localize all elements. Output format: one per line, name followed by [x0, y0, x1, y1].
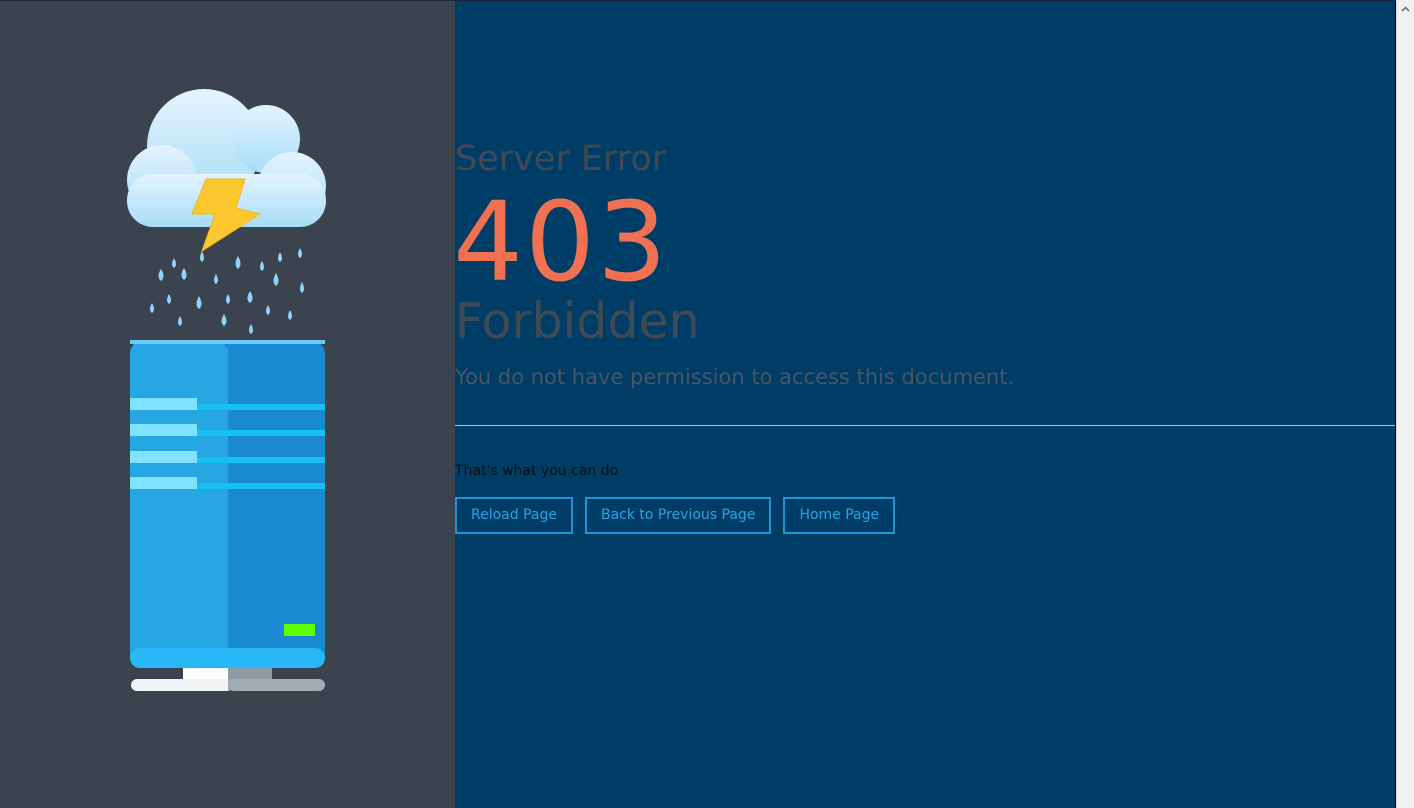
error-page: Server Error 403 Forbidden You do not ha… [0, 0, 1414, 808]
server-icon [130, 340, 325, 691]
vertical-scrollbar[interactable] [1396, 0, 1414, 808]
reload-page-button[interactable]: Reload Page [455, 497, 573, 534]
scroll-up-button[interactable] [1397, 0, 1414, 17]
error-heading: Server Error [455, 139, 667, 179]
content-panel [455, 1, 1395, 808]
error-message: You do not have permission to access thi… [455, 365, 1015, 389]
action-buttons: Reload Page Back to Previous Page Home P… [455, 497, 896, 534]
error-reason: Forbidden [455, 293, 700, 350]
power-indicator [284, 624, 315, 636]
scrollbar-track[interactable] [1398, 18, 1413, 798]
error-code: 403 [453, 178, 669, 306]
back-page-button[interactable]: Back to Previous Page [584, 497, 772, 534]
illustration-panel [0, 1, 455, 808]
chevron-up-icon [1401, 5, 1410, 12]
actions-heading: That's what you can do [455, 463, 619, 479]
rain-drops-icon [150, 248, 304, 334]
divider [455, 425, 1395, 426]
home-page-button[interactable]: Home Page [783, 497, 896, 534]
server-storm-illustration [127, 89, 326, 691]
